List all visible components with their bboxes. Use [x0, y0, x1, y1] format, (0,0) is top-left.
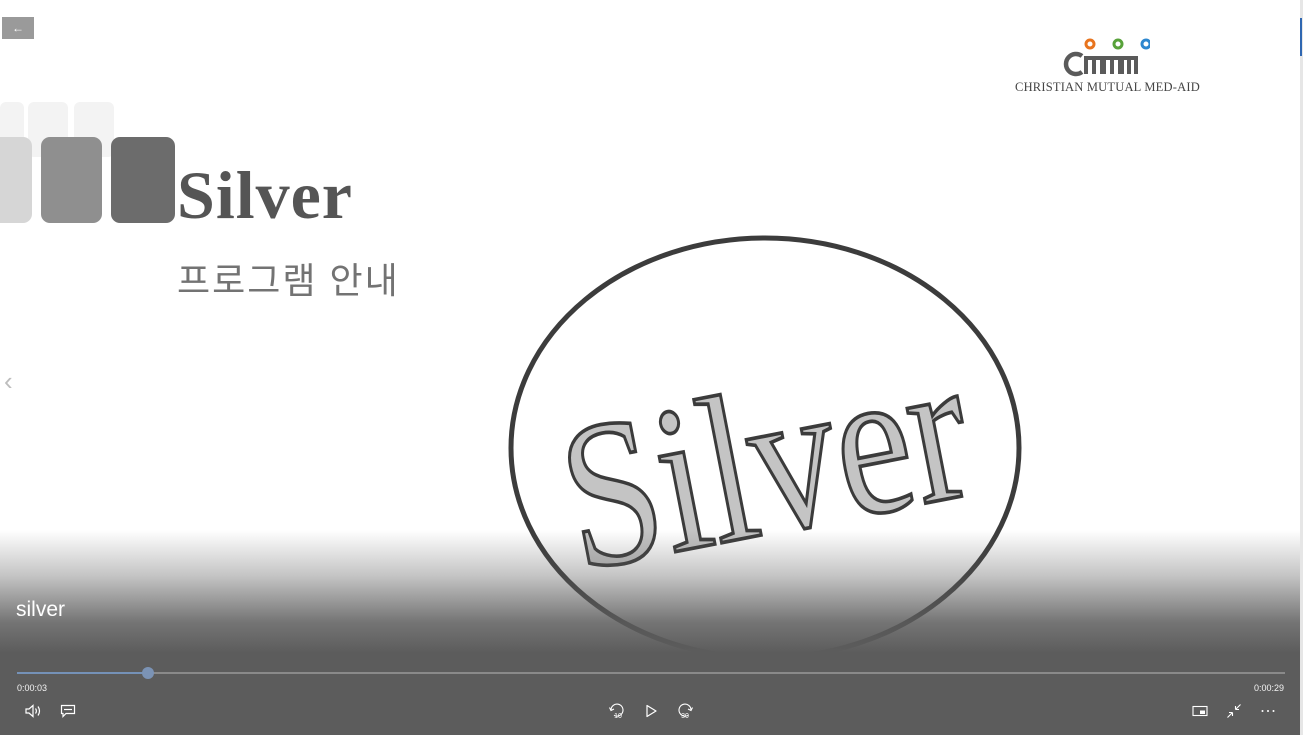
arrow-left-icon: ←	[12, 21, 24, 35]
mini-view-button[interactable]	[1188, 700, 1212, 722]
seek-progress	[17, 672, 149, 674]
video-player: ← CHRISTIAN MUTUAL MED-AID Silver 프로그램 안…	[0, 0, 1303, 735]
more-icon	[1261, 710, 1275, 712]
back-button[interactable]: ←	[2, 17, 34, 39]
seek-track	[17, 672, 1285, 674]
seek-thumb[interactable]	[142, 667, 155, 679]
slide-title: Silver	[177, 157, 353, 233]
chevron-left-icon[interactable]: ‹	[4, 366, 13, 397]
svg-text:10: 10	[614, 713, 622, 720]
exit-fullscreen-button[interactable]	[1222, 700, 1246, 722]
captions-icon	[60, 704, 76, 718]
captions-button[interactable]	[56, 700, 80, 722]
volume-icon	[25, 704, 41, 718]
seek-bar[interactable]	[17, 667, 1285, 679]
skip-forward-button[interactable]: 30	[673, 700, 697, 722]
play-button[interactable]	[639, 700, 663, 722]
svg-text:30: 30	[681, 713, 689, 720]
more-button[interactable]	[1256, 700, 1280, 722]
current-time: 0:00:03	[17, 683, 48, 693]
play-icon	[646, 704, 657, 718]
skip-back-button[interactable]: 10	[605, 700, 629, 722]
duration: 0:00:29	[1253, 683, 1284, 693]
mini-view-icon	[1192, 705, 1208, 717]
logo-text: CHRISTIAN MUTUAL MED-AID	[1015, 80, 1200, 94]
cmm-logo-mark	[1063, 38, 1150, 77]
exit-fullscreen-icon	[1227, 704, 1241, 718]
cmm-logo: CHRISTIAN MUTUAL MED-AID	[1000, 38, 1215, 98]
volume-button[interactable]	[22, 700, 46, 722]
skip-forward-30-icon: 30	[678, 703, 693, 720]
skip-back-10-icon: 10	[609, 703, 624, 720]
slide-subtitle: 프로그램 안내	[177, 260, 400, 301]
video-title: silver	[16, 598, 66, 621]
